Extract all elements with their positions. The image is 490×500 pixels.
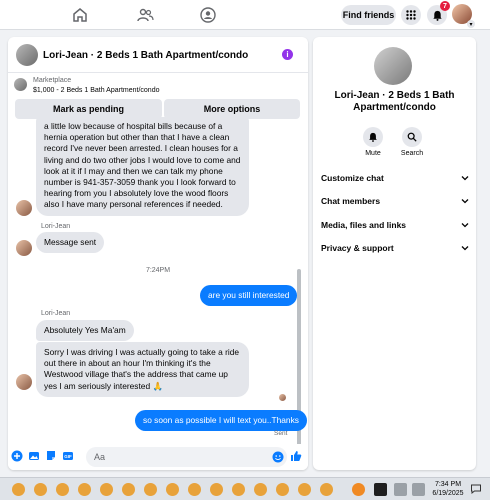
chevron-down-icon (461, 199, 469, 204)
groups-icon[interactable] (199, 6, 217, 24)
chrome-icon[interactable] (298, 483, 311, 496)
chrome-icon[interactable] (232, 483, 245, 496)
search-icon (402, 127, 422, 147)
clock[interactable]: 7:34 PM 6/19/2025 (428, 480, 468, 498)
find-friends-button[interactable]: Find friends (341, 5, 396, 25)
chrome-icon[interactable] (122, 483, 135, 496)
image-icon[interactable] (28, 450, 40, 462)
section-privacy-support[interactable]: Privacy & support (321, 243, 469, 257)
section-customize-chat[interactable]: Customize chat (321, 173, 469, 187)
scrollbar[interactable] (297, 269, 301, 461)
chrome-icon[interactable] (320, 483, 333, 496)
listing-thumbnail[interactable] (14, 78, 27, 91)
message-bubble-incoming: Sorry I was driving I was actually going… (36, 342, 249, 397)
system-tray-icon[interactable] (412, 483, 425, 496)
chrome-icon[interactable] (276, 483, 289, 496)
search-label: Search (400, 150, 424, 157)
sticker-icon[interactable] (45, 450, 57, 462)
sender-avatar[interactable] (16, 240, 32, 256)
message-input[interactable]: Aa (86, 447, 287, 467)
chrome-icon[interactable] (254, 483, 267, 496)
chevron-down-icon (461, 246, 469, 251)
like-icon[interactable] (290, 450, 302, 462)
system-tray-icon[interactable] (394, 483, 407, 496)
more-options-button[interactable]: More options (164, 99, 300, 119)
chat-title[interactable]: Lori-Jean · 2 Beds 1 Bath Apartment/cond… (43, 50, 248, 61)
clock-date: 6/19/2025 (432, 490, 464, 497)
sender-avatar[interactable] (16, 374, 32, 390)
conversation-name: Lori-Jean · 2 Beds 1 Bath Apartment/cond… (334, 90, 455, 113)
message-placeholder: Aa (94, 452, 106, 462)
chat-window: Lori-Jean · 2 Beds 1 Bath Apartment/cond… (8, 37, 308, 470)
grid-icon (406, 10, 416, 20)
message-bubble-outgoing: so soon as possible I will text you..Tha… (135, 410, 307, 432)
friends-icon[interactable] (136, 6, 154, 24)
chrome-icon[interactable] (34, 483, 47, 496)
search-button[interactable]: Search (392, 127, 432, 157)
taskbar: 7:34 PM 6/19/2025 (0, 477, 490, 500)
conversation-details-panel: Lori-Jean · 2 Beds 1 Bath Apartment/cond… (313, 37, 476, 470)
section-label: Media, files and links (321, 220, 407, 230)
info-icon[interactable]: i (282, 49, 293, 60)
top-navigation: Find friends 7 ▾ (0, 0, 490, 30)
message-bubble-incoming: Message sent (36, 232, 105, 254)
plus-icon[interactable] (11, 450, 23, 462)
listing-avatar-large[interactable] (374, 47, 412, 85)
menu-grid-button[interactable] (401, 5, 421, 25)
chrome-icon[interactable] (144, 483, 157, 496)
section-label: Privacy & support (321, 243, 394, 253)
section-label: Chat members (321, 196, 381, 206)
chrome-icon[interactable] (100, 483, 113, 496)
section-label: Customize chat (321, 173, 384, 183)
listing-avatar[interactable] (16, 44, 38, 66)
chevron-down-icon (461, 223, 469, 228)
weather-icon[interactable] (352, 483, 365, 496)
gif-icon[interactable]: GIF (62, 450, 74, 462)
app-icon[interactable] (374, 483, 387, 496)
sender-name: Lori-Jean (41, 310, 71, 317)
mark-pending-button[interactable]: Mark as pending (15, 99, 162, 119)
svg-text:GIF: GIF (64, 454, 72, 459)
seen-avatar (279, 394, 286, 401)
marketplace-label: Marketplace (33, 77, 72, 84)
chrome-icon[interactable] (210, 483, 223, 496)
message-bubble-incoming: a little low because of hospital bills b… (36, 117, 249, 216)
notification-badge: 7 (440, 1, 450, 11)
chevron-down-icon[interactable]: ▾ (467, 20, 475, 28)
listing-description[interactable]: $1,000 - 2 Beds 1 Bath Apartment/condo (33, 87, 159, 94)
message-bubble-incoming: Absolutely Yes Ma'am (36, 320, 134, 342)
chrome-icon[interactable] (188, 483, 201, 496)
clock-time: 7:34 PM (434, 481, 462, 488)
home-icon[interactable] (71, 6, 89, 24)
mute-label: Mute (365, 150, 381, 157)
sender-avatar[interactable] (16, 200, 32, 216)
timestamp-separator: 7:24PM (145, 267, 171, 274)
chrome-icon[interactable] (78, 483, 91, 496)
chrome-icon[interactable] (56, 483, 69, 496)
chevron-down-icon (461, 176, 469, 181)
message-composer: GIF Aa (8, 444, 308, 470)
section-chat-members[interactable]: Chat members (321, 196, 469, 210)
chat-header: Lori-Jean · 2 Beds 1 Bath Apartment/cond… (8, 37, 308, 73)
bell-icon (363, 127, 383, 147)
sender-name: Lori-Jean (41, 223, 71, 230)
bell-icon (432, 10, 442, 21)
notification-center-icon[interactable] (470, 483, 482, 495)
section-media-files-links[interactable]: Media, files and links (321, 220, 469, 234)
message-bubble-outgoing: are you still interested (200, 285, 298, 307)
message-status: Sent (274, 430, 288, 437)
emoji-icon[interactable] (272, 451, 284, 463)
chrome-icon[interactable] (166, 483, 179, 496)
mute-button[interactable]: Mute (353, 127, 393, 157)
chrome-icon[interactable] (12, 483, 25, 496)
